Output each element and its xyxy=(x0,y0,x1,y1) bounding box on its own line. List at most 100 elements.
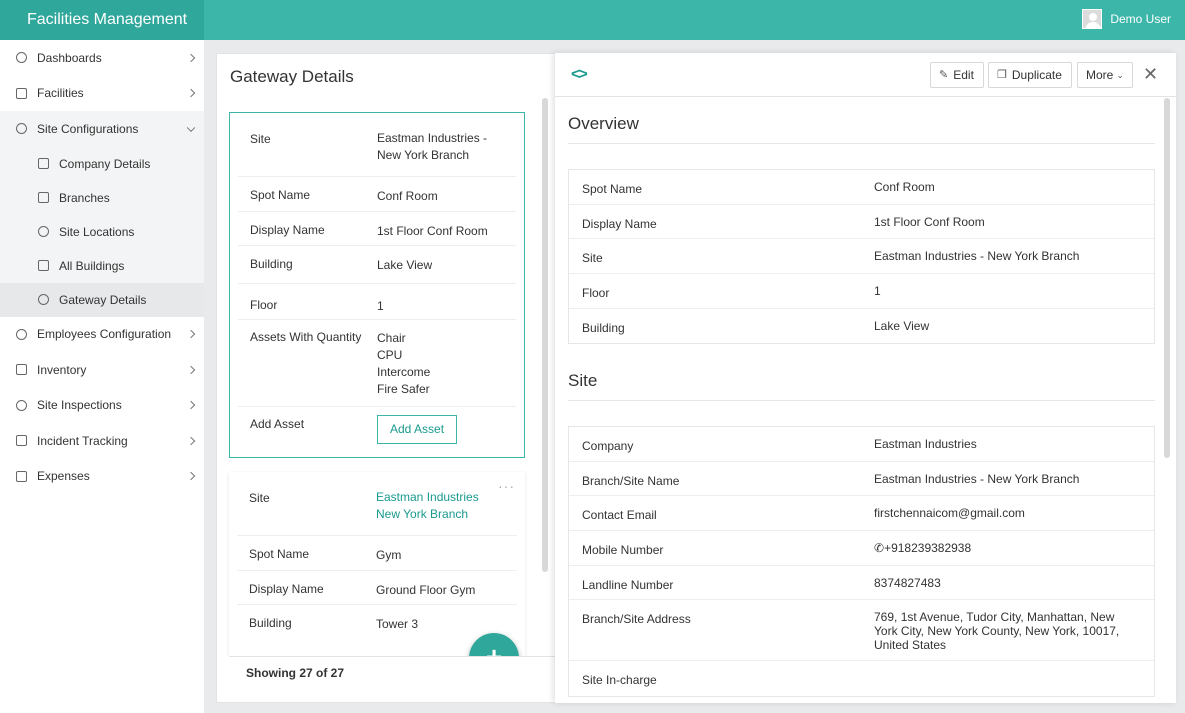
card-field-value: Gym xyxy=(376,548,402,562)
phone-link[interactable]: ✆+918239382938 xyxy=(874,531,1154,565)
asset-item: CPU xyxy=(377,348,403,362)
detail-label: Landline Number xyxy=(582,577,674,592)
list-scrollbar[interactable] xyxy=(542,98,548,572)
detail-label: Floor xyxy=(582,286,610,301)
more-button[interactable]: More ⌄ xyxy=(1077,62,1133,88)
close-icon[interactable]: ✕ xyxy=(1143,65,1158,83)
sidebar-item-label: Site Configurations xyxy=(37,121,139,136)
incident-icon xyxy=(16,435,27,447)
code-icon[interactable]: <> xyxy=(571,66,588,84)
branches-icon xyxy=(38,192,49,203)
site-link[interactable]: Eastman Industries - New York Branch xyxy=(874,239,1154,273)
card-field-label: Building xyxy=(250,257,293,271)
sidebar-subitem-site-locations[interactable]: Site Locations xyxy=(0,214,204,249)
card-row-display: Display Name 1st Floor Conf Room xyxy=(238,212,516,246)
sidebar-item-label: Site Inspections xyxy=(37,398,122,413)
sidebar-item-label: Incident Tracking xyxy=(37,433,128,448)
gateway-list[interactable]: Site Eastman Industries - New York Branc… xyxy=(217,98,555,656)
card-row-building: Building Tower 3 xyxy=(237,605,517,643)
duplicate-button-label: Duplicate xyxy=(1011,68,1062,82)
card-row-spot: Spot Name Conf Room xyxy=(238,177,516,212)
card-row-floor: Floor 1 xyxy=(238,284,516,320)
sidebar-subitem-all-buildings[interactable]: All Buildings xyxy=(0,248,204,283)
detail-value: 8374827483 xyxy=(874,575,941,590)
app-title[interactable]: Facilities Management xyxy=(0,0,204,40)
chevron-right-icon xyxy=(186,365,196,374)
sidebar-item-facilities[interactable]: Facilities xyxy=(0,76,204,112)
gateway-card-selected[interactable]: Site Eastman Industries - New York Branc… xyxy=(229,112,525,458)
sidebar-item-site-configurations[interactable]: Site Configurations xyxy=(0,111,204,147)
sidebar-item-expenses[interactable]: Expenses xyxy=(0,459,204,495)
card-field-value: Conf Room xyxy=(377,189,438,203)
sidebar-subitem-company-details[interactable]: Company Details xyxy=(0,146,204,181)
asset-list: Chair CPU Intercome Fire Safer xyxy=(377,320,516,406)
sidebar-subitem-gateway-details[interactable]: Gateway Details xyxy=(0,282,204,317)
card-field-label: Spot Name xyxy=(249,547,310,561)
gateway-detail-panel: <> ✎ Edit ❐ Duplicate More ⌄ ✕ Overview … xyxy=(555,53,1176,703)
sidebar-item-employees-configuration[interactable]: Employees Configuration xyxy=(0,317,204,353)
sidebar-item-incident-tracking[interactable]: Incident Tracking xyxy=(0,423,204,459)
inspection-icon xyxy=(16,399,27,411)
card-row-site: Site Eastman Industries - New York Branc… xyxy=(238,113,516,177)
card-field-label: Building xyxy=(249,616,292,630)
email-link[interactable]: firstchennaicom@gmail.com xyxy=(874,496,1154,530)
card-field-value: 1 xyxy=(377,299,384,313)
user-menu[interactable]: Demo User xyxy=(1082,8,1171,30)
add-asset-button[interactable]: Add Asset xyxy=(377,415,458,444)
detail-value xyxy=(874,661,1154,696)
sidebar-item-site-inspections[interactable]: Site Inspections xyxy=(0,388,204,424)
detail-label: Spot Name xyxy=(582,182,643,196)
duplicate-button[interactable]: ❐ Duplicate xyxy=(988,62,1072,88)
site-link[interactable]: Eastman Industries New York Branch xyxy=(376,472,517,535)
card-row-site: Site Eastman Industries New York Branch xyxy=(237,472,517,536)
asset-item: Intercome xyxy=(377,365,431,379)
detail-scrollbar[interactable] xyxy=(1164,98,1170,458)
detail-label: Mobile Number xyxy=(582,543,664,558)
record-count: Showing 27 of 27 xyxy=(229,656,555,689)
dashboard-icon xyxy=(16,52,27,64)
detail-row: Floor 1 xyxy=(569,274,1154,309)
gateway-list-panel: Gateway Details Site Eastman Industries … xyxy=(216,53,556,703)
sidebar-item-label: Company Details xyxy=(59,156,151,171)
site-link-line[interactable]: Eastman Industries xyxy=(376,489,517,506)
overview-table: Spot Name Conf Room Display Name 1st Flo… xyxy=(568,169,1155,345)
sidebar-item-label: Inventory xyxy=(37,362,87,377)
card-field-label: Spot Name xyxy=(250,188,311,202)
avatar xyxy=(1082,9,1103,29)
sidebar-item-label: Employees Configuration xyxy=(37,327,172,342)
detail-row: Spot Name Conf Room xyxy=(569,170,1154,205)
building-link[interactable]: Lake View xyxy=(874,309,1154,344)
card-field-label: Display Name xyxy=(249,581,324,596)
edit-button[interactable]: ✎ Edit xyxy=(930,62,984,88)
chevron-right-icon xyxy=(186,89,196,98)
sidebar-item-label: Dashboards xyxy=(37,50,102,65)
site-link[interactable]: Eastman Industries - New York Branch xyxy=(377,113,497,176)
chevron-right-icon xyxy=(186,53,196,62)
detail-row: Company Eastman Industries xyxy=(569,427,1154,462)
building-icon xyxy=(38,260,49,271)
card-row-add-asset: Add Asset Add Asset xyxy=(238,407,516,455)
site-link-line[interactable]: New York Branch xyxy=(376,506,517,523)
detail-label: Contact Email xyxy=(582,508,657,523)
building-link[interactable]: Lake View xyxy=(377,246,516,283)
user-name: Demo User xyxy=(1110,12,1171,26)
top-bar: Facilities Management Demo User xyxy=(0,0,1185,40)
pencil-icon: ✎ xyxy=(939,69,949,81)
chevron-right-icon xyxy=(186,472,196,481)
card-field-label: Site xyxy=(250,132,271,146)
detail-label: Company xyxy=(582,439,634,453)
divider xyxy=(568,143,1155,144)
sidebar-item-inventory[interactable]: Inventory xyxy=(0,352,204,388)
card-row-assets: Assets With Quantity Chair CPU Intercome… xyxy=(238,320,516,407)
sidebar-item-label: Gateway Details xyxy=(59,292,147,307)
detail-body[interactable]: Overview Spot Name Conf Room Display Nam… xyxy=(555,98,1176,703)
card-row-display: Display Name Ground Floor Gym xyxy=(237,571,517,605)
sidebar-item-dashboards[interactable]: Dashboards xyxy=(0,40,204,76)
sidebar-subitem-branches[interactable]: Branches xyxy=(0,180,204,215)
phone-number[interactable]: +918239382938 xyxy=(884,541,971,555)
divider xyxy=(568,400,1155,401)
detail-label: Building xyxy=(582,320,625,335)
gateway-card[interactable]: ··· Site Eastman Industries New York Bra… xyxy=(229,472,525,656)
copy-icon: ❐ xyxy=(997,69,1007,81)
detail-row: Landline Number 8374827483 xyxy=(569,566,1154,601)
